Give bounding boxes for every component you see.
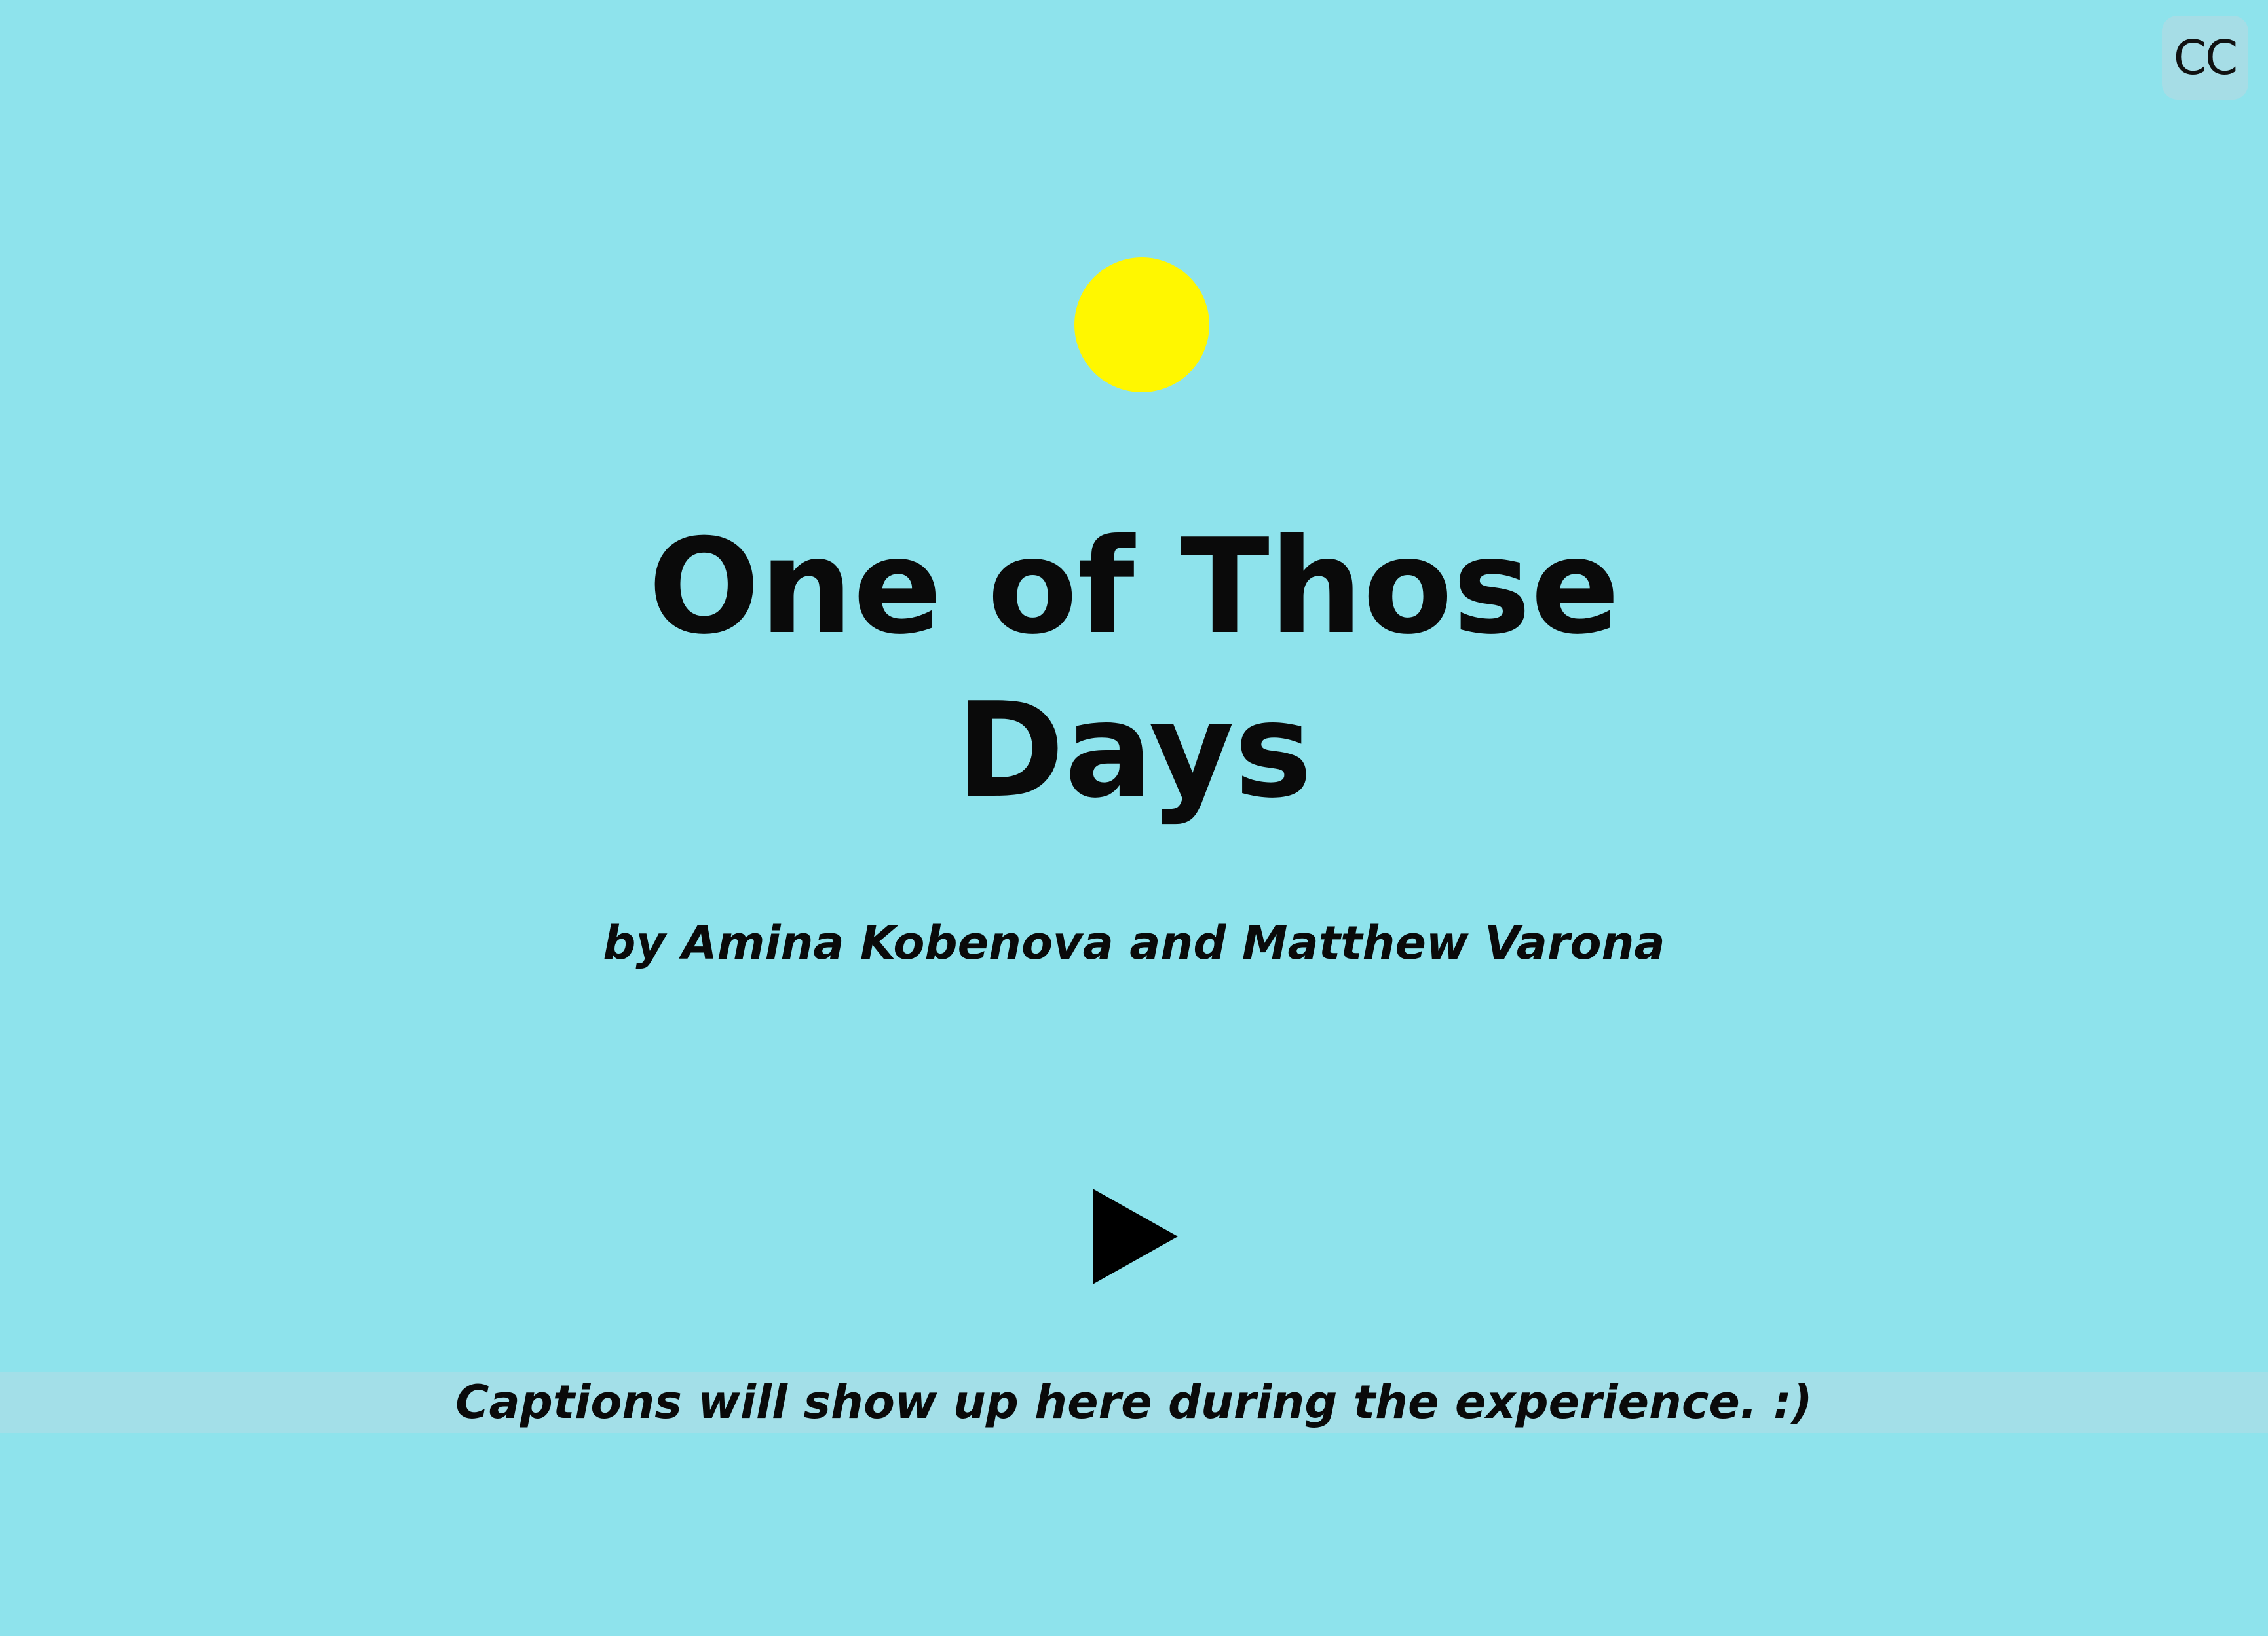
cc-button-label: CC xyxy=(2173,30,2239,85)
sun-illustration xyxy=(1074,257,1209,392)
closed-captions-button[interactable]: CC xyxy=(2162,16,2248,100)
title-line-2: Days xyxy=(955,675,1313,827)
author-byline: by Amina Kobenova and Matthew Varona xyxy=(603,916,1665,970)
title-line-1: One of Those xyxy=(648,511,1620,663)
play-button[interactable] xyxy=(1081,1185,1186,1290)
play-icon xyxy=(1093,1189,1178,1284)
caption-text: Captions will show up here during the ex… xyxy=(455,1375,1813,1429)
page-title: One of Those Days xyxy=(0,506,2268,833)
caption-bar: Captions will show up here during the ex… xyxy=(0,1372,2268,1433)
